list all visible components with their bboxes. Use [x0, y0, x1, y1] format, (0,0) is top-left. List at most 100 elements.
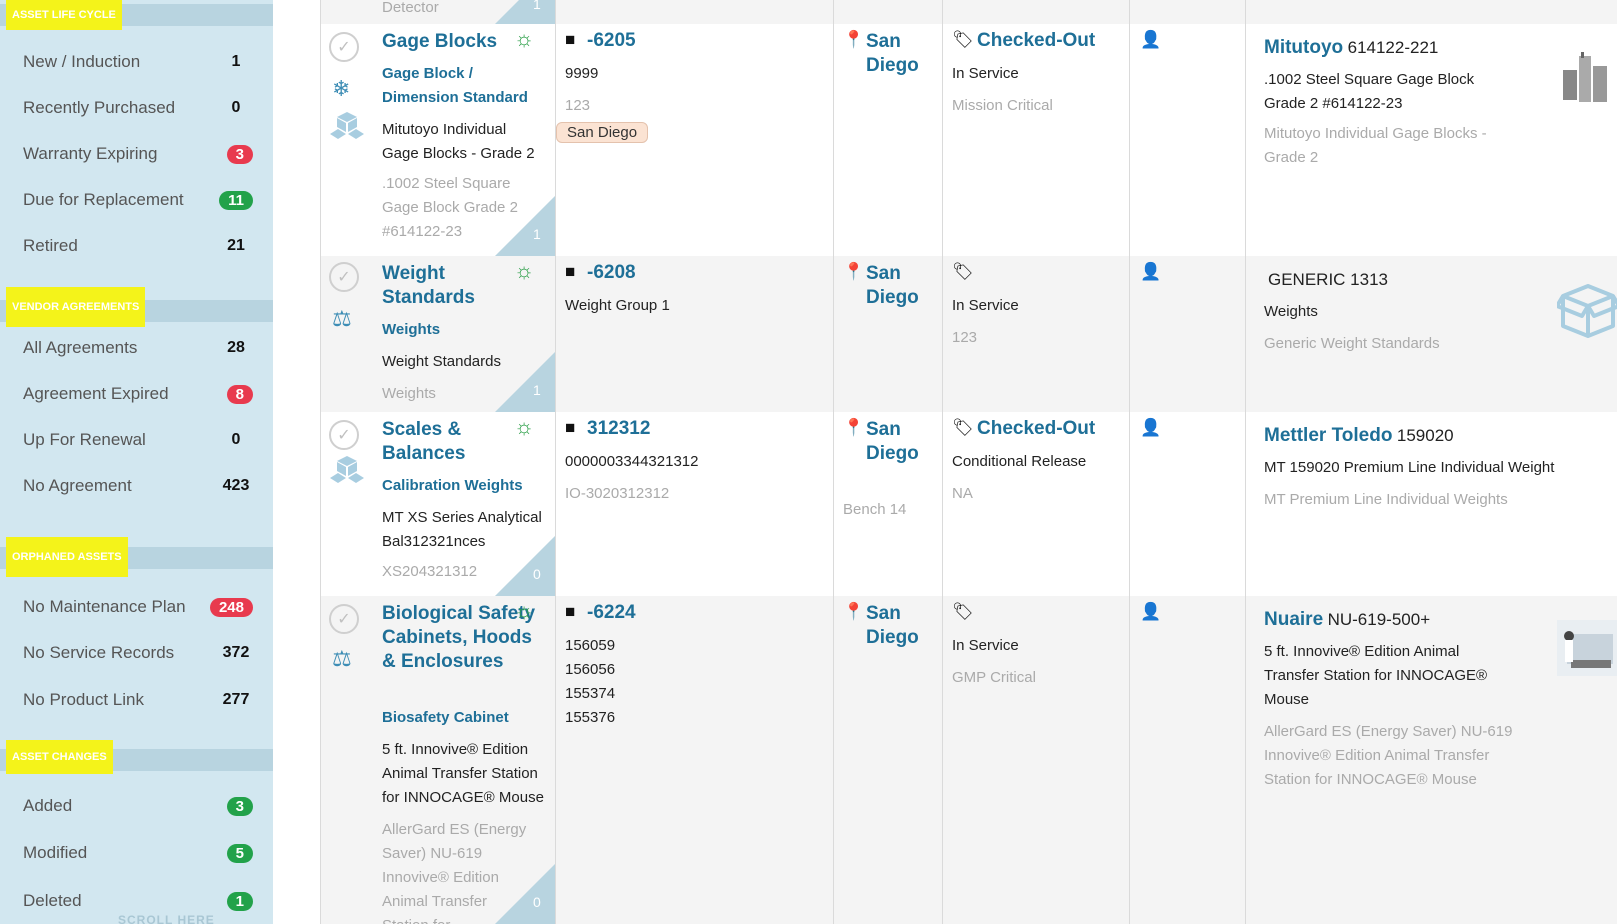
map-pin-icon: 📍 [843, 262, 865, 281]
sidebar-item-no-agreement[interactable]: No Agreement 423 [23, 471, 253, 501]
count-badge: 11 [219, 190, 253, 210]
sidebar-item-label: Agreement Expired [23, 384, 169, 403]
product-muted: Mitutoyo Individual Gage Blocks - Grade … [1264, 125, 1487, 166]
asset-line: Weight Group 1 [565, 297, 670, 314]
partial-text: Detector [382, 0, 439, 16]
count-corner-number: 0 [533, 566, 541, 582]
sidebar-item-no-service-records[interactable]: No Service Records 372 [23, 638, 253, 668]
section-title-orphaned-assets: ORPHANED ASSETS [6, 537, 128, 577]
cube-icon: ■ [565, 30, 576, 49]
model-number: 159020 [1396, 426, 1454, 445]
status-link[interactable]: Checked-Out [977, 418, 1095, 440]
count-badge: 3 [226, 796, 253, 816]
sidebar-item-label: Up For Renewal [23, 430, 146, 449]
select-checkbox[interactable]: ✓ [329, 420, 359, 450]
sidebar-item-warranty-expiring[interactable]: Warranty Expiring 3 [23, 139, 253, 169]
asset-category[interactable]: Weights [382, 318, 552, 342]
asset-id-link[interactable]: -6208 [587, 262, 636, 284]
table-row[interactable]: ✓ Scales & Balances ☼ Calibration Weight… [320, 412, 1617, 596]
select-checkbox[interactable]: ✓ [329, 604, 359, 634]
sidebar-item-all-agreements[interactable]: All Agreements 28 [23, 333, 253, 363]
person-icon[interactable]: 👤 [1140, 30, 1161, 50]
column-divider [1129, 0, 1130, 924]
sidebar-item-count: 0 [231, 431, 241, 448]
location-chip[interactable]: San Diego [556, 122, 649, 143]
manufacturer-link[interactable]: Mettler Toledo [1264, 425, 1392, 446]
status-line: In Service [952, 637, 1019, 654]
asset-description: 5 ft. Innovive® Edition Animal Transfer … [382, 741, 544, 806]
sidebar: ASSET LIFE CYCLE New / Induction 1 Recen… [0, 0, 273, 924]
asset-id-link[interactable]: -6205 [587, 30, 636, 52]
asset-line: 0000003344321312 [565, 453, 699, 470]
location-link[interactable]: San Diego [866, 418, 936, 466]
column-divider [833, 0, 834, 924]
asset-detail: Weights [382, 385, 436, 402]
asset-category[interactable]: Gage Block / Dimension Standard [382, 62, 552, 110]
manufacturer-link[interactable]: Nuaire [1264, 609, 1323, 630]
table-row[interactable]: ✓ ⚖ Biological Safety Cabinets, Hoods & … [320, 596, 1617, 924]
sidebar-item-label: Recently Purchased [23, 98, 176, 117]
status-line: Conditional Release [952, 453, 1087, 470]
sidebar-item-new-induction[interactable]: New / Induction 1 [23, 47, 253, 77]
sidebar-item-agreement-expired[interactable]: Agreement Expired 8 [23, 379, 253, 409]
asset-description: Mitutoyo Individual Gage Blocks - Grade … [382, 121, 535, 162]
manufacturer-link[interactable]: Mitutoyo [1264, 37, 1343, 58]
sidebar-item-due-for-replacement[interactable]: Due for Replacement 11 [23, 185, 253, 215]
person-icon[interactable]: 👤 [1140, 602, 1161, 622]
count-corner-number: 1 [533, 382, 541, 398]
table-row-partial[interactable]: Detector 1 [320, 0, 1617, 24]
lightbulb-icon[interactable]: ☼ [514, 26, 534, 52]
tag-icon: 🏷 [952, 602, 974, 621]
lightbulb-icon[interactable]: ☼ [514, 598, 534, 624]
map-pin-icon: 📍 [843, 418, 865, 437]
sidebar-item-added[interactable]: Added 3 [23, 791, 253, 821]
location-link[interactable]: San Diego [866, 30, 936, 78]
person-icon[interactable]: 👤 [1140, 262, 1161, 282]
snowflake-icon: ❄ [332, 76, 351, 101]
scroll-hint[interactable]: SCROLL HERE [118, 913, 215, 924]
sidebar-item-modified[interactable]: Modified 5 [23, 838, 253, 868]
cube-icon: ■ [565, 418, 576, 437]
asset-line: 155376 [565, 709, 616, 726]
table-row[interactable]: ✓ ❄ Gage Blocks ☼ Gage Block / Dimension… [320, 24, 1617, 256]
status-link[interactable]: Checked-Out [977, 30, 1095, 52]
sidebar-item-label: New / Induction [23, 52, 141, 71]
column-divider [942, 0, 943, 924]
location-link[interactable]: San Diego [866, 262, 936, 310]
location-link[interactable]: San Diego [866, 602, 936, 650]
asset-table: Detector 1 ✓ ❄ Gage Blocks ☼ Gage Block … [320, 0, 1617, 924]
box-placeholder-icon[interactable] [1557, 278, 1617, 338]
sidebar-item-retired[interactable]: Retired 21 [23, 231, 253, 261]
sidebar-item-label: Added [23, 796, 73, 815]
boxes-icon [330, 112, 364, 139]
asset-category[interactable]: Biosafety Cabinet [382, 706, 552, 730]
sidebar-item-no-maintenance-plan[interactable]: No Maintenance Plan 248 [23, 592, 253, 622]
section-title-asset-changes: ASSET CHANGES [6, 740, 113, 774]
section-title-asset-life-cycle: ASSET LIFE CYCLE [6, 0, 122, 30]
sidebar-item-up-for-renewal[interactable]: Up For Renewal 0 [23, 425, 253, 455]
count-badge: 248 [209, 597, 253, 617]
person-icon[interactable]: 👤 [1140, 418, 1161, 438]
sidebar-item-deleted[interactable]: Deleted 1 [23, 886, 253, 916]
count-corner [495, 352, 555, 412]
table-row[interactable]: ✓ ⚖ Weight Standards ☼ Weights Weight St… [320, 256, 1617, 412]
status-muted: GMP Critical [952, 669, 1036, 686]
tag-icon: 🏷 [952, 262, 974, 281]
product-thumbnail[interactable] [1557, 620, 1617, 676]
lightbulb-icon[interactable]: ☼ [514, 414, 534, 440]
product-description: Weights [1264, 303, 1318, 320]
asset-category[interactable]: Calibration Weights [382, 474, 552, 498]
product-thumbnail[interactable] [1557, 48, 1615, 108]
status-muted: 123 [952, 329, 978, 346]
asset-line: 155374 [565, 685, 616, 702]
sidebar-item-recently-purchased[interactable]: Recently Purchased 0 [23, 93, 253, 123]
select-checkbox[interactable]: ✓ [329, 32, 359, 62]
tag-icon: 🏷 [952, 30, 974, 49]
tag-icon: 🏷 [952, 418, 974, 437]
asset-id-link[interactable]: 312312 [587, 418, 650, 440]
asset-id-link[interactable]: -6224 [587, 602, 636, 624]
lightbulb-icon[interactable]: ☼ [514, 258, 534, 284]
sidebar-item-no-product-link[interactable]: No Product Link 277 [23, 685, 253, 715]
select-checkbox[interactable]: ✓ [329, 262, 359, 292]
sidebar-item-label: Retired [23, 236, 78, 255]
